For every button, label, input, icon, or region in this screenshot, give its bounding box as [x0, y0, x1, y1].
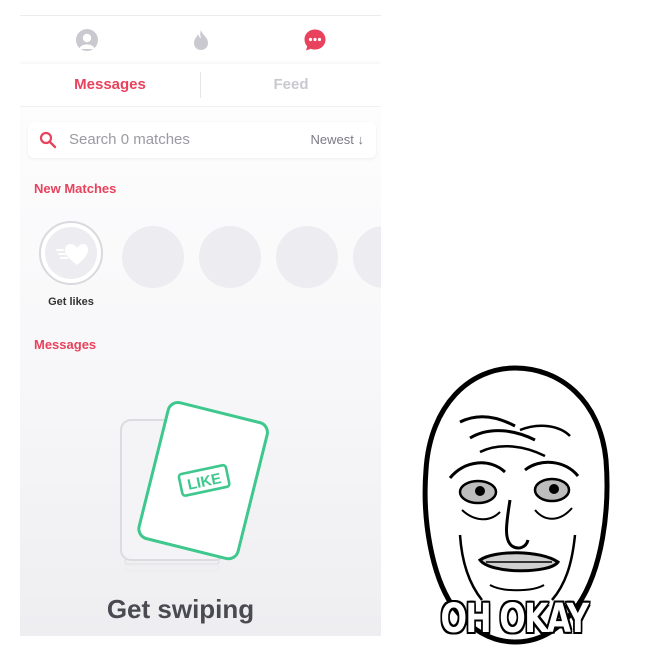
match-placeholder — [122, 226, 184, 288]
sort-dropdown[interactable]: Newest ↓ — [311, 132, 364, 147]
tab-feed[interactable]: Feed — [201, 76, 381, 93]
flame-icon[interactable] — [189, 28, 213, 52]
search-icon — [39, 131, 57, 154]
match-placeholder — [199, 226, 261, 288]
match-placeholder — [276, 226, 338, 288]
profile-icon[interactable] — [75, 28, 99, 52]
chat-icon[interactable] — [303, 28, 327, 52]
match-placeholder — [353, 226, 381, 288]
search-bar[interactable]: Search 0 matches Newest ↓ — [28, 122, 376, 158]
app-screen: Messages Feed Search 0 matches Newest ↓ … — [20, 0, 381, 636]
messages-heading: Messages — [34, 337, 97, 352]
meme-caption: OH OKAY — [440, 595, 590, 643]
tab-bar: Messages Feed — [20, 64, 381, 107]
search-input[interactable]: Search 0 matches — [69, 131, 190, 148]
like-card-illustration: LIKE — [120, 400, 269, 572]
tab-messages[interactable]: Messages — [20, 76, 200, 93]
new-matches-heading: New Matches — [34, 181, 117, 196]
get-likes-button[interactable] — [39, 221, 103, 285]
top-navbar — [20, 16, 381, 64]
empty-state-title: Get swiping — [106, 594, 255, 624]
get-likes-label: Get likes — [48, 296, 94, 308]
heart-icon — [56, 241, 88, 272]
